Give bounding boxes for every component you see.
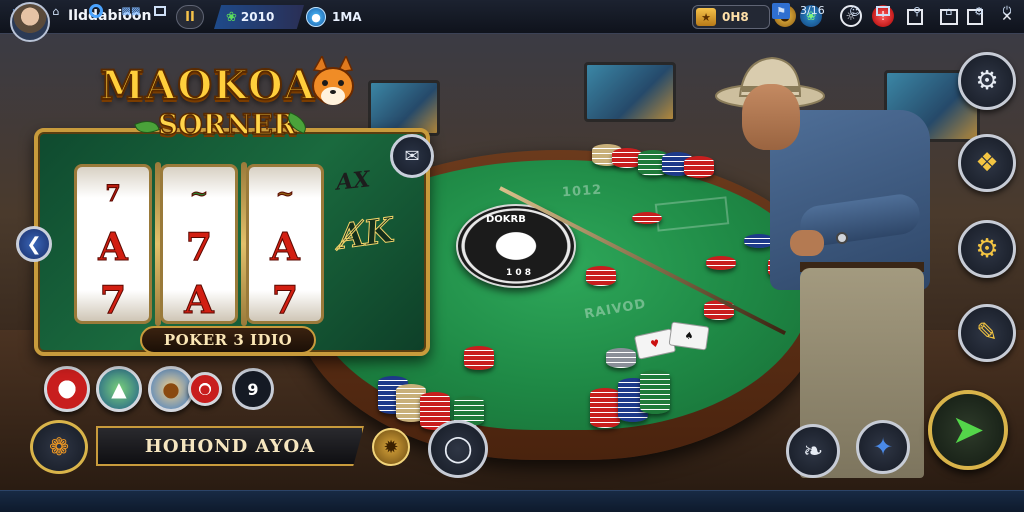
chip-stack[interactable] bbox=[606, 348, 636, 368]
ticket-icon: ❖ bbox=[975, 148, 999, 178]
token-counter[interactable]: 9 bbox=[232, 368, 274, 410]
puzzle-icon: ✦ bbox=[872, 433, 894, 461]
power-icon[interactable]: ⏻ bbox=[998, 3, 1016, 19]
slot-machine-panel[interactable]: 7 A 7 ~ 7 A ~ A 7 AX A̸K ✉ ❮ POKER 3 IDI… bbox=[16, 128, 434, 356]
slot-reel-1: 7 A 7 bbox=[74, 164, 152, 324]
dial-bottom-label: 1 0 8 bbox=[506, 268, 532, 278]
game-logo-subtitle: SORNER bbox=[157, 107, 297, 142]
puzzle-button[interactable]: ✦ bbox=[856, 420, 910, 474]
sun-emblem-icon: ✹ bbox=[383, 436, 399, 458]
reel-symbol: ~ bbox=[275, 180, 295, 207]
playing-card[interactable]: ♠ bbox=[668, 321, 710, 351]
snack-icon: ❁ bbox=[48, 433, 70, 461]
reel-symbol: A bbox=[270, 224, 300, 270]
reel-symbol: 7 bbox=[185, 224, 213, 270]
background-tv-center bbox=[584, 62, 676, 122]
go-button[interactable]: ➤ bbox=[928, 390, 1008, 470]
treasure-icon: ★ bbox=[696, 8, 716, 26]
envelope-icon: ✉ bbox=[404, 145, 420, 167]
reel-symbol: A bbox=[184, 277, 214, 322]
settings-icon[interactable]: ⚙ bbox=[970, 3, 988, 19]
dial-top-label: DOKRB bbox=[486, 214, 526, 225]
pause-button[interactable]: II bbox=[176, 5, 204, 29]
chip-token[interactable]: ● bbox=[188, 372, 222, 406]
chat-icon: ◯ bbox=[443, 434, 473, 464]
game-logo-title: MAOKOA bbox=[99, 61, 316, 110]
animal-icon: ● bbox=[162, 377, 180, 401]
felt-text-top: 1012 bbox=[561, 182, 603, 201]
coin-pill[interactable]: ● 1MA bbox=[306, 5, 376, 29]
robot-icon: ⚙ bbox=[975, 66, 999, 96]
chip-stack[interactable] bbox=[586, 266, 616, 286]
man-hand bbox=[790, 230, 824, 256]
slot-reel-2: ~ 7 A bbox=[160, 164, 238, 324]
gold-value: 0H8 bbox=[722, 10, 749, 24]
reel-symbol: A bbox=[98, 224, 128, 270]
poker-mode-button[interactable]: POKER 3 IDIO bbox=[140, 326, 316, 354]
chip-stack[interactable] bbox=[684, 156, 714, 178]
arrow-go-icon: ➤ bbox=[951, 407, 985, 453]
slot-reel-3: ~ A 7 bbox=[246, 164, 324, 324]
taskbar-clock: 3/16 bbox=[800, 4, 825, 17]
back-arrow-icon: ❮ bbox=[26, 233, 42, 255]
envelope-button[interactable]: ✉ bbox=[390, 134, 434, 178]
reel-symbol: 7 bbox=[271, 277, 299, 322]
flag-icon[interactable]: ⚑ bbox=[772, 3, 790, 19]
ticket-button[interactable]: ❖ bbox=[958, 134, 1016, 192]
gear-badge-icon: ⚙ bbox=[975, 234, 999, 264]
robot-button[interactable]: ⚙ bbox=[958, 52, 1016, 110]
chip-stack[interactable] bbox=[590, 388, 620, 428]
coins-value: 1MA bbox=[332, 10, 362, 24]
chip-stack[interactable] bbox=[464, 346, 494, 370]
globe-icon: ● bbox=[306, 7, 326, 27]
smile-icon[interactable]: ☺ bbox=[846, 3, 864, 19]
hook-icon: ❧ bbox=[802, 437, 824, 465]
panel-mark-large: A̸K bbox=[335, 210, 397, 258]
roulette-icon: ◉ bbox=[58, 377, 76, 401]
window-icon[interactable] bbox=[150, 3, 170, 19]
man-head bbox=[742, 84, 800, 150]
panel-mark-small: AX bbox=[334, 166, 372, 196]
taskbar bbox=[0, 490, 1024, 512]
score-value: 2010 bbox=[240, 10, 275, 24]
chip-stack[interactable] bbox=[640, 370, 670, 414]
chip-stack[interactable] bbox=[706, 256, 736, 270]
score-pill[interactable]: ❀ 2010 bbox=[214, 5, 304, 29]
watch-icon bbox=[836, 232, 848, 244]
reel-symbol: 7 bbox=[105, 180, 121, 207]
roulette-token[interactable]: ◉ bbox=[44, 366, 90, 412]
reel-symbol: 7 bbox=[99, 277, 127, 322]
apps-icon[interactable]: ▩▩ bbox=[116, 3, 146, 19]
location-icon[interactable]: ⚲ bbox=[908, 3, 926, 19]
pencil-button[interactable]: ✎ bbox=[958, 304, 1016, 362]
chip-icon: ● bbox=[199, 382, 211, 396]
wizard-token[interactable]: ▲ bbox=[96, 366, 142, 412]
pencil-icon: ✎ bbox=[976, 318, 998, 348]
chat-button[interactable]: ◯ bbox=[428, 420, 488, 478]
hook-button[interactable]: ❧ bbox=[786, 424, 840, 478]
home-icon[interactable]: ⌂ bbox=[940, 3, 958, 19]
chip-stack[interactable] bbox=[632, 212, 662, 224]
chat-icon[interactable] bbox=[874, 3, 892, 19]
gear-badge-button[interactable]: ⚙ bbox=[958, 220, 1016, 278]
player-name-banner[interactable]: HOHOND AYOA bbox=[96, 426, 364, 466]
fox-mascot-icon bbox=[312, 56, 354, 105]
gold-pill[interactable]: ★ 0H8 bbox=[692, 5, 770, 29]
leaf-icon: ❀ bbox=[226, 9, 237, 25]
hat-wizard-icon: ▲ bbox=[111, 377, 127, 401]
browser-icon[interactable] bbox=[86, 3, 106, 19]
emblem-button[interactable]: ✹ bbox=[372, 428, 410, 466]
back-button[interactable]: ❮ bbox=[16, 226, 52, 262]
snack-button[interactable]: ❁ bbox=[30, 420, 88, 474]
player-avatar[interactable] bbox=[10, 2, 50, 42]
reel-symbol: ~ bbox=[189, 180, 209, 207]
